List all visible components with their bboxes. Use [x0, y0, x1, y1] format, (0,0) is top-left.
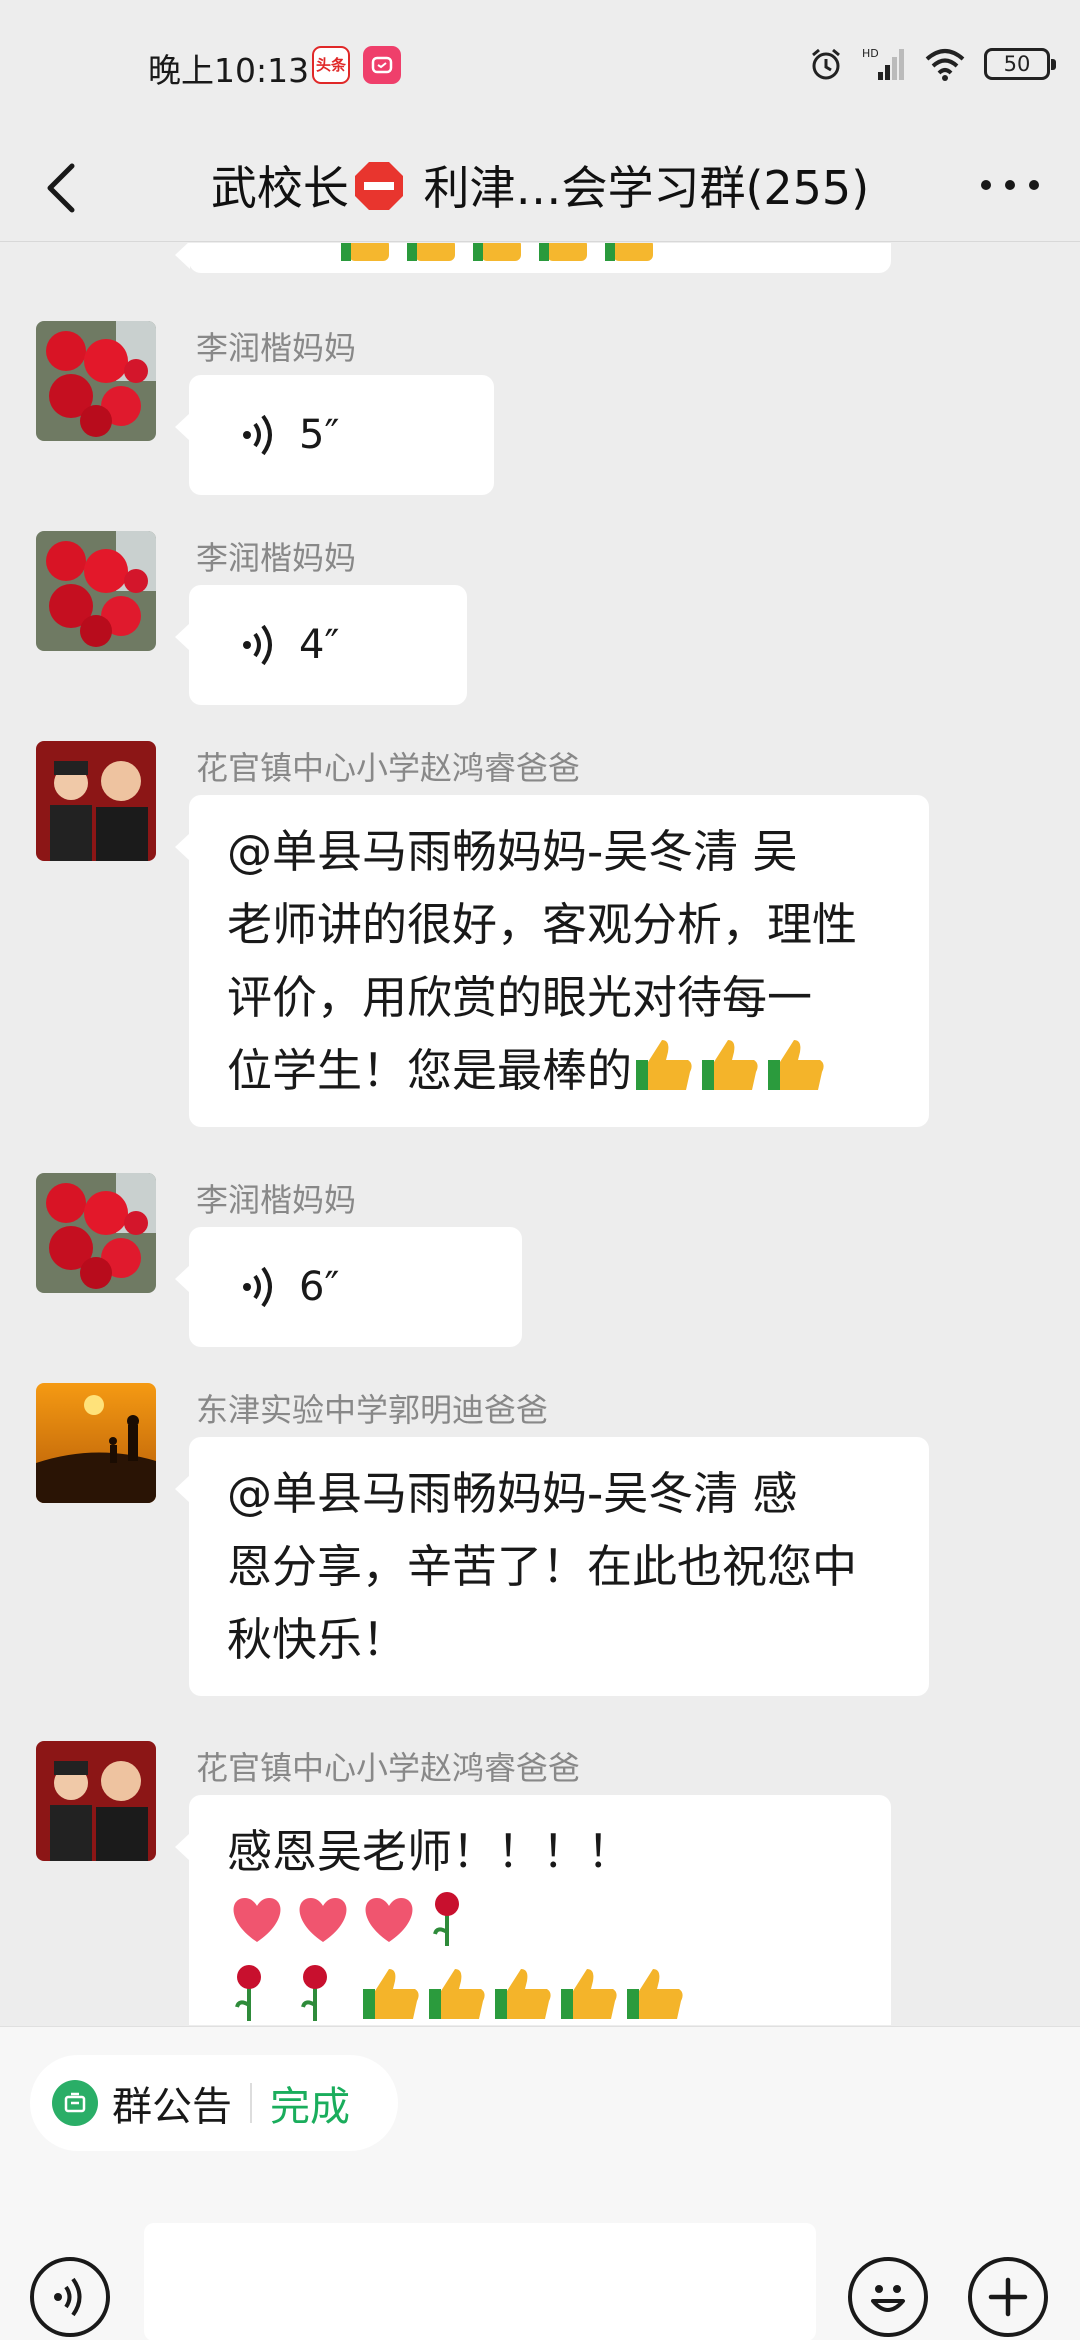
text-message-bubble[interactable]: 感恩吴老师！！！！: [175, 1795, 891, 2025]
message-line: 恩分享，辛苦了！在此也祝您中: [227, 1540, 858, 1593]
alarm-icon: [812, 48, 840, 80]
avatar[interactable]: [36, 1173, 156, 1293]
message-line-with-emoji: 感恩吴老师！！！！: [227, 1815, 853, 1961]
red-rose-avatar-icon: [36, 531, 156, 651]
sender-name: 东津实验中学郭明迪爸爸: [196, 1391, 549, 1429]
bottom-panel: 群公告 完成: [0, 2026, 1080, 2340]
voice-message-bubble[interactable]: 6″: [175, 1227, 522, 1347]
sender-name: 花官镇中心小学赵鸿睿爸爸: [196, 1749, 581, 1787]
text-message-bubble[interactable]: @单县马雨畅妈妈-吴冬清 感 恩分享，辛苦了！在此也祝您中 秋快乐！: [175, 1437, 929, 1696]
message-item: 花官镇中心小学赵鸿睿爸爸 感恩吴老师！！！！: [0, 1741, 1080, 2025]
announcement-label: 群公告: [112, 2084, 232, 2130]
red-rose-avatar-icon: [36, 321, 156, 441]
message-line: @单县马雨畅妈妈-吴冬清 吴: [227, 825, 798, 878]
partial-bubble: [175, 243, 891, 273]
cell-signal-icon: HD: [862, 47, 904, 80]
roses-and-thumbs-emoji-row: [235, 1965, 683, 2021]
emoji-button[interactable]: [848, 2257, 928, 2337]
stop-sign-icon: [354, 162, 403, 210]
message-input[interactable]: [144, 2223, 816, 2340]
avatar[interactable]: [36, 741, 156, 861]
chat-title: 武校长 利津…会学习群(255): [0, 152, 1080, 218]
voice-input-toggle-button[interactable]: [30, 2257, 110, 2337]
message-item: 花官镇中心小学赵鸿睿爸爸 @单县马雨畅妈妈-吴冬清 吴 老师讲的很好，客观分析，…: [0, 741, 1080, 1127]
voice-wave-icon: [243, 624, 272, 666]
sunset-avatar-icon: [36, 1383, 156, 1503]
status-time: 晚上10:13: [148, 51, 310, 90]
toutiao-app-icon: 头条: [312, 46, 350, 84]
message-line: 老师讲的很好，客观分析，理性: [227, 898, 858, 951]
mi-app-icon: [363, 46, 401, 84]
voice-wave-icon: [243, 414, 272, 456]
voice-message-bubble[interactable]: 4″: [175, 585, 467, 705]
status-bar: 晚上10:13 头条 HD 50: [0, 0, 1080, 130]
text-message-bubble[interactable]: @单县马雨畅妈妈-吴冬清 吴 老师讲的很好，客观分析，理性 评价，用欣赏的眼光对…: [175, 795, 929, 1127]
message-line: 秋快乐！: [227, 1613, 408, 1666]
partial-emoji-row: [341, 243, 653, 261]
avatar[interactable]: [36, 1741, 156, 1861]
svg-text:HD: HD: [862, 47, 879, 60]
message-line: @单县马雨畅妈妈-吴冬清 感: [227, 1467, 798, 1520]
message-line-with-emoji: 位学生！您是最棒的: [227, 1034, 891, 1107]
message-item: 李润楷妈妈 4″: [0, 531, 1080, 711]
voice-duration: 4″: [299, 621, 340, 668]
message-item: 东津实验中学郭明迪爸爸 @单县马雨畅妈妈-吴冬清 感 恩分享，辛苦了！在此也祝您…: [0, 1383, 1080, 1696]
father-son-avatar-icon: [36, 1741, 156, 1861]
message-item: 李润楷妈妈 5″: [0, 321, 1080, 501]
title-name: 武校长: [210, 161, 349, 215]
chat-message-list[interactable]: 李润楷妈妈 5″ 李润楷妈妈 4″ 花官镇中心小学赵鸿睿爸爸 @单县马雨畅妈妈-…: [0, 243, 1080, 2025]
red-rose-avatar-icon: [36, 1173, 156, 1293]
thumbs-up-emoji-row: [636, 1040, 824, 1090]
sender-name: 李润楷妈妈: [196, 539, 357, 577]
more-options-button[interactable]: [970, 160, 1050, 210]
voice-duration: 6″: [299, 1263, 340, 1310]
partial-message: [0, 243, 1080, 273]
group-announcement-pill[interactable]: 群公告 完成: [30, 2055, 398, 2151]
title-bar: 武校长 利津…会学习群(255): [0, 130, 1080, 242]
plus-icon: [988, 2277, 1028, 2317]
emoji-line: [227, 1961, 853, 2025]
sender-name: 李润楷妈妈: [196, 1181, 357, 1219]
message-line: 评价，用欣赏的眼光对待每一: [227, 971, 813, 1024]
avatar[interactable]: [36, 321, 156, 441]
battery-indicator: 50: [984, 48, 1056, 80]
more-functions-button[interactable]: [968, 2257, 1048, 2337]
title-group: 利津…会学习群(255): [408, 161, 870, 215]
sender-name: 花官镇中心小学赵鸿睿爸爸: [196, 749, 581, 787]
avatar[interactable]: [36, 1383, 156, 1503]
sender-name: 李润楷妈妈: [196, 329, 357, 367]
voice-duration: 5″: [299, 411, 340, 458]
message-item: 李润楷妈妈 6″: [0, 1173, 1080, 1353]
divider: [250, 2083, 252, 2123]
smiley-icon: [871, 2285, 905, 2312]
status-indicators: HD 50: [808, 44, 1056, 84]
more-dots-icon: [981, 180, 1039, 190]
hearts-and-rose-emoji-row: [233, 1892, 459, 1946]
voice-message-bubble[interactable]: 5″: [175, 375, 494, 495]
done-button[interactable]: 完成: [270, 2074, 350, 2132]
father-son-avatar-icon: [36, 741, 156, 861]
voice-wave-icon: [243, 1266, 272, 1308]
voice-wave-icon: [54, 2277, 82, 2317]
avatar[interactable]: [36, 531, 156, 651]
wifi-icon: [925, 49, 965, 81]
announcement-icon: [52, 2080, 98, 2126]
